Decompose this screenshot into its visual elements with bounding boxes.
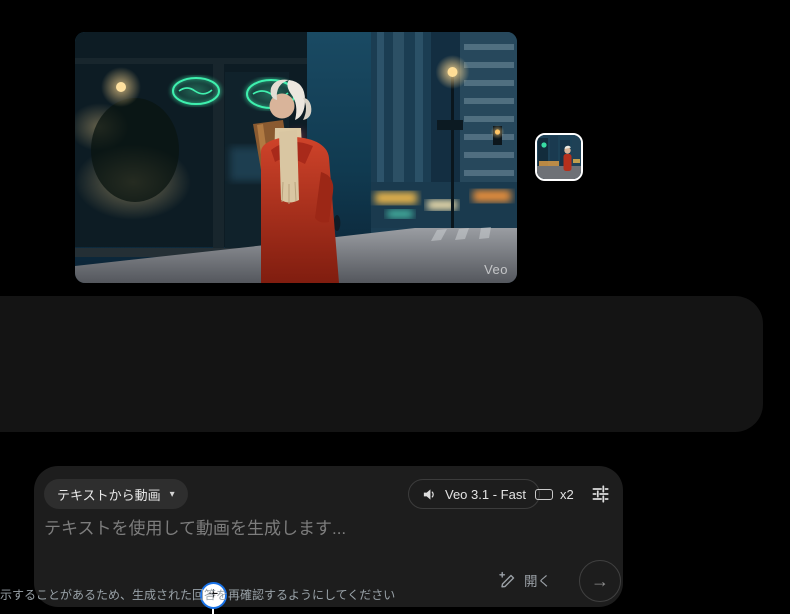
- veo-watermark: Veo: [484, 262, 508, 277]
- open-label: 開く: [524, 574, 551, 589]
- prompt-input[interactable]: [44, 514, 610, 558]
- city-night-scene: [75, 32, 517, 283]
- edit-spark-icon: [498, 571, 516, 589]
- aspect-ratio-icon: [535, 488, 553, 500]
- timeline-panel: Veo: [0, 296, 763, 614]
- tune-settings-icon[interactable]: [589, 483, 611, 505]
- multiplier-label: x2: [560, 486, 574, 502]
- mode-selector-label: テキストから動画: [57, 487, 161, 503]
- model-selector[interactable]: Veo 3.1 - Fast: [408, 479, 540, 509]
- output-settings[interactable]: x2: [535, 479, 574, 509]
- model-selector-label: Veo 3.1 - Fast: [445, 486, 526, 502]
- disclaimer-text: 示することがあるため、生成された回答を再確認するようにしてください: [0, 588, 396, 602]
- open-prompt-editor[interactable]: 開く: [498, 570, 551, 590]
- submit-button[interactable]: →: [579, 560, 621, 602]
- chevron-down-icon: ▾: [169, 488, 175, 500]
- audio-icon: [422, 487, 437, 502]
- main-video-preview[interactable]: Veo: [75, 32, 517, 283]
- scene-thumbnail[interactable]: [535, 133, 583, 181]
- app-canvas: Veo + テキストから動画 ▾ Veo 3.1 - Fast x2 テキストを…: [0, 0, 790, 614]
- mode-selector-dropdown[interactable]: テキストから動画 ▾: [44, 479, 188, 509]
- thumbnail-scene: [537, 135, 581, 179]
